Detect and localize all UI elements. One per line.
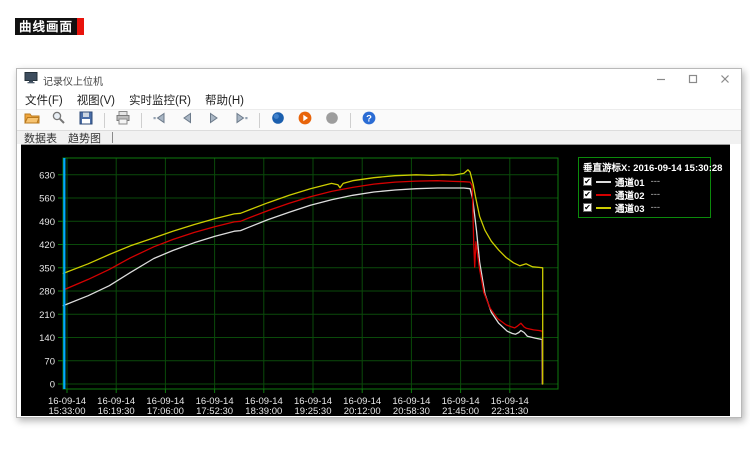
first-button[interactable] — [151, 111, 169, 129]
channel01-value: --- — [651, 176, 661, 187]
window-title: 记录仪上位机 — [43, 73, 103, 88]
start-play-icon — [297, 110, 313, 131]
page-title: 曲线画面 — [15, 18, 84, 35]
menu-realtime-monitor[interactable]: 实时监控(R) — [129, 92, 191, 108]
svg-text:140: 140 — [39, 333, 55, 344]
channel01-checkbox[interactable]: ✔ — [583, 177, 592, 186]
menubar: 文件(F) 视图(V) 实时监控(R) 帮助(H) — [17, 91, 741, 109]
previous-arrow-icon — [179, 110, 195, 131]
titlebar: 记录仪上位机 — [17, 69, 741, 91]
toolbar-separator — [141, 113, 142, 128]
minimize-button[interactable] — [645, 69, 677, 91]
next-arrow-icon — [206, 110, 222, 131]
svg-text:15:33:00: 15:33:00 — [49, 406, 86, 417]
svg-text:21:45:00: 21:45:00 — [442, 406, 479, 417]
open-folder-icon — [24, 110, 40, 131]
channel01-label: 通道01 — [615, 175, 645, 189]
svg-text:20:58:30: 20:58:30 — [393, 406, 430, 417]
printer-icon — [115, 110, 131, 131]
stop-button[interactable] — [323, 111, 341, 129]
channel01-line-swatch — [596, 181, 611, 183]
svg-text:22:31:30: 22:31:30 — [491, 406, 528, 417]
svg-text:350: 350 — [39, 263, 55, 274]
app-window: 记录仪上位机 文件(F) 视图(V) 实时监控(R) 帮助(H) — [16, 68, 742, 418]
legend-row-channel01: ✔ 通道01 --- — [583, 175, 706, 188]
cursor-value: 2016-09-14 15:30:28 — [633, 163, 722, 174]
page-title-red-block — [77, 18, 84, 35]
search-button[interactable] — [50, 111, 68, 129]
svg-text:630: 630 — [39, 170, 55, 181]
svg-text:210: 210 — [39, 310, 55, 321]
svg-text:560: 560 — [39, 194, 55, 205]
window-controls — [645, 69, 741, 91]
save-icon — [78, 110, 94, 131]
menu-view[interactable]: 视图(V) — [77, 92, 115, 108]
channel02-checkbox[interactable]: ✔ — [583, 190, 592, 199]
svg-text:0: 0 — [50, 380, 55, 391]
cursor-label: 垂直游标X: — [583, 163, 631, 174]
legend-row-channel02: ✔ 通道02 --- — [583, 188, 706, 201]
channel02-label: 通道02 — [615, 188, 645, 202]
channel03-label: 通道03 — [615, 201, 645, 215]
svg-text:18:39:00: 18:39:00 — [245, 406, 282, 417]
svg-text:420: 420 — [39, 240, 55, 251]
last-arrow-icon — [233, 110, 249, 131]
vertical-cursor-readout: 垂直游标X: 2016-09-14 15:30:28 — [583, 160, 706, 174]
svg-text:16:19:30: 16:19:30 — [98, 406, 135, 417]
svg-text:19:25:30: 19:25:30 — [295, 406, 332, 417]
svg-text:17:06:00: 17:06:00 — [147, 406, 184, 417]
svg-text:70: 70 — [44, 356, 55, 367]
help-button[interactable]: ? — [360, 111, 378, 129]
close-icon — [720, 71, 730, 89]
tab-divider — [112, 132, 113, 143]
close-button[interactable] — [709, 69, 741, 91]
tabstrip: 数据表 趋势图 — [17, 131, 741, 144]
help-icon: ? — [361, 110, 377, 131]
svg-text:280: 280 — [39, 287, 55, 298]
channel03-value: --- — [651, 202, 661, 213]
legend-box: 垂直游标X: 2016-09-14 15:30:28 ✔ 通道01 --- ✔ … — [578, 157, 711, 218]
search-icon — [51, 110, 67, 131]
toolbar-separator — [350, 113, 351, 128]
maximize-icon — [688, 71, 698, 89]
channel02-value: --- — [651, 189, 661, 200]
trend-chart-panel: 07014021028035042049056063016-09-1415:33… — [21, 144, 730, 416]
page-title-text: 曲线画面 — [15, 18, 77, 35]
previous-button[interactable] — [178, 111, 196, 129]
channel03-line-swatch — [596, 207, 611, 209]
menu-file[interactable]: 文件(F) — [25, 92, 63, 108]
first-arrow-icon — [152, 110, 168, 131]
app-icon — [24, 71, 38, 89]
svg-text:17:52:30: 17:52:30 — [196, 406, 233, 417]
save-button[interactable] — [77, 111, 95, 129]
menu-help[interactable]: 帮助(H) — [205, 92, 244, 108]
start-button[interactable] — [296, 111, 314, 129]
open-button[interactable] — [23, 111, 41, 129]
stop-circle-icon — [324, 110, 340, 131]
monitor-sphere-icon — [270, 110, 286, 131]
maximize-button[interactable] — [677, 69, 709, 91]
print-button[interactable] — [114, 111, 132, 129]
last-button[interactable] — [232, 111, 250, 129]
channel02-line-swatch — [596, 194, 611, 196]
svg-text:20:12:00: 20:12:00 — [344, 406, 381, 417]
toolbar: ? — [17, 109, 741, 131]
monitor-button[interactable] — [269, 111, 287, 129]
toolbar-separator — [259, 113, 260, 128]
legend-row-channel03: ✔ 通道03 --- — [583, 201, 706, 214]
toolbar-separator — [104, 113, 105, 128]
channel03-checkbox[interactable]: ✔ — [583, 203, 592, 212]
svg-text:?: ? — [366, 113, 372, 124]
minimize-icon — [656, 71, 666, 89]
svg-text:490: 490 — [39, 217, 55, 228]
next-button[interactable] — [205, 111, 223, 129]
